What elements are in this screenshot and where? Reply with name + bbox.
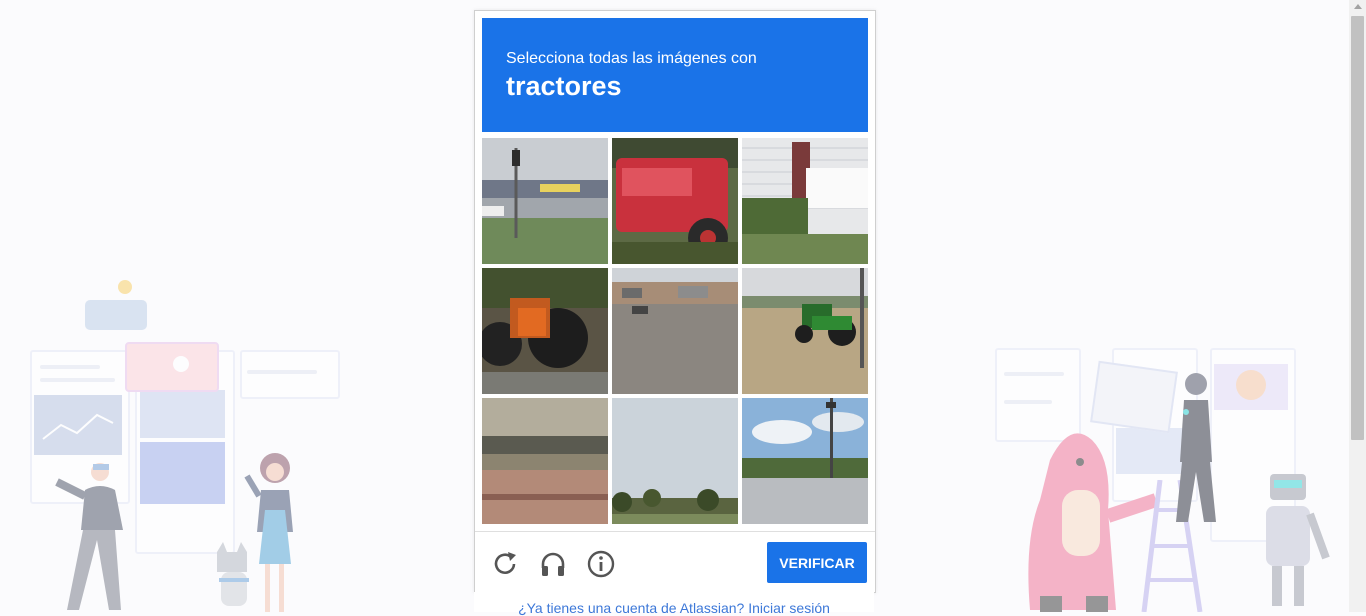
captcha-tile-3[interactable] bbox=[742, 138, 868, 264]
reload-button[interactable] bbox=[490, 548, 522, 580]
captcha-dialog: Selecciona todas las imágenes con tracto… bbox=[474, 10, 876, 593]
left-illustration bbox=[25, 270, 345, 612]
right-illustration bbox=[990, 340, 1340, 612]
page-scrollbar[interactable] bbox=[1349, 0, 1366, 612]
captcha-image-grid bbox=[482, 138, 868, 524]
scroll-up-icon[interactable] bbox=[1354, 4, 1362, 9]
captcha-footer-divider bbox=[475, 531, 875, 532]
reload-icon bbox=[494, 552, 516, 574]
verify-button[interactable]: VERIFICAR bbox=[767, 542, 867, 583]
audio-button[interactable] bbox=[537, 548, 569, 580]
captcha-tile-6[interactable] bbox=[742, 268, 868, 394]
scroll-thumb[interactable] bbox=[1351, 16, 1364, 440]
captcha-tile-9[interactable] bbox=[742, 398, 868, 524]
info-icon bbox=[587, 550, 615, 578]
captcha-tile-1[interactable] bbox=[482, 138, 608, 264]
headphones-icon bbox=[541, 552, 565, 576]
captcha-keyword: tractores bbox=[506, 71, 622, 101]
captcha-tile-2[interactable] bbox=[612, 138, 738, 264]
captcha-tile-8[interactable] bbox=[612, 398, 738, 524]
captcha-tile-5[interactable] bbox=[612, 268, 738, 394]
captcha-header: Selecciona todas las imágenes con tracto… bbox=[482, 18, 868, 132]
captcha-instruction: Selecciona todas las imágenes con bbox=[506, 50, 757, 67]
captcha-tile-7[interactable] bbox=[482, 398, 608, 524]
info-button[interactable] bbox=[585, 548, 617, 580]
captcha-tile-4[interactable] bbox=[482, 268, 608, 394]
login-link[interactable]: ¿Ya tienes una cuenta de Atlassian? Inic… bbox=[474, 600, 874, 616]
